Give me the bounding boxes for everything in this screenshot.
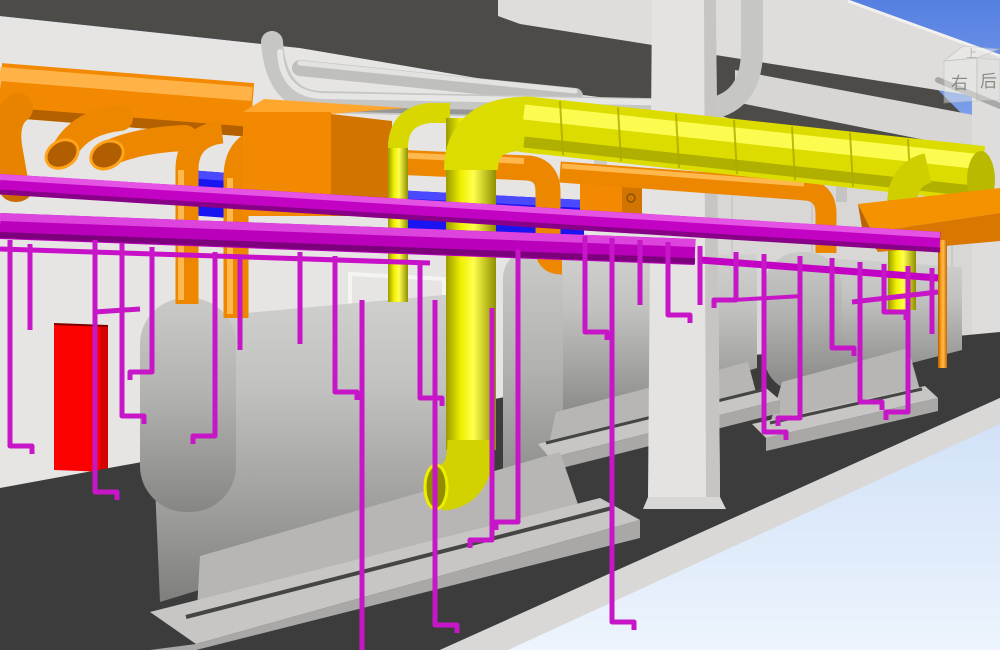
magenta-connector: [95, 309, 140, 312]
orange-branch: [6, 108, 18, 186]
exit-door[interactable]: [54, 324, 108, 472]
view-cube-back-label: 后: [980, 72, 997, 91]
view-cube-right-label: 右: [951, 74, 968, 93]
bim-3d-viewport[interactable]: 上 右 后: [0, 0, 1000, 650]
orange-drop-thin: [938, 240, 947, 368]
view-cube-top-label: 上: [966, 47, 977, 60]
